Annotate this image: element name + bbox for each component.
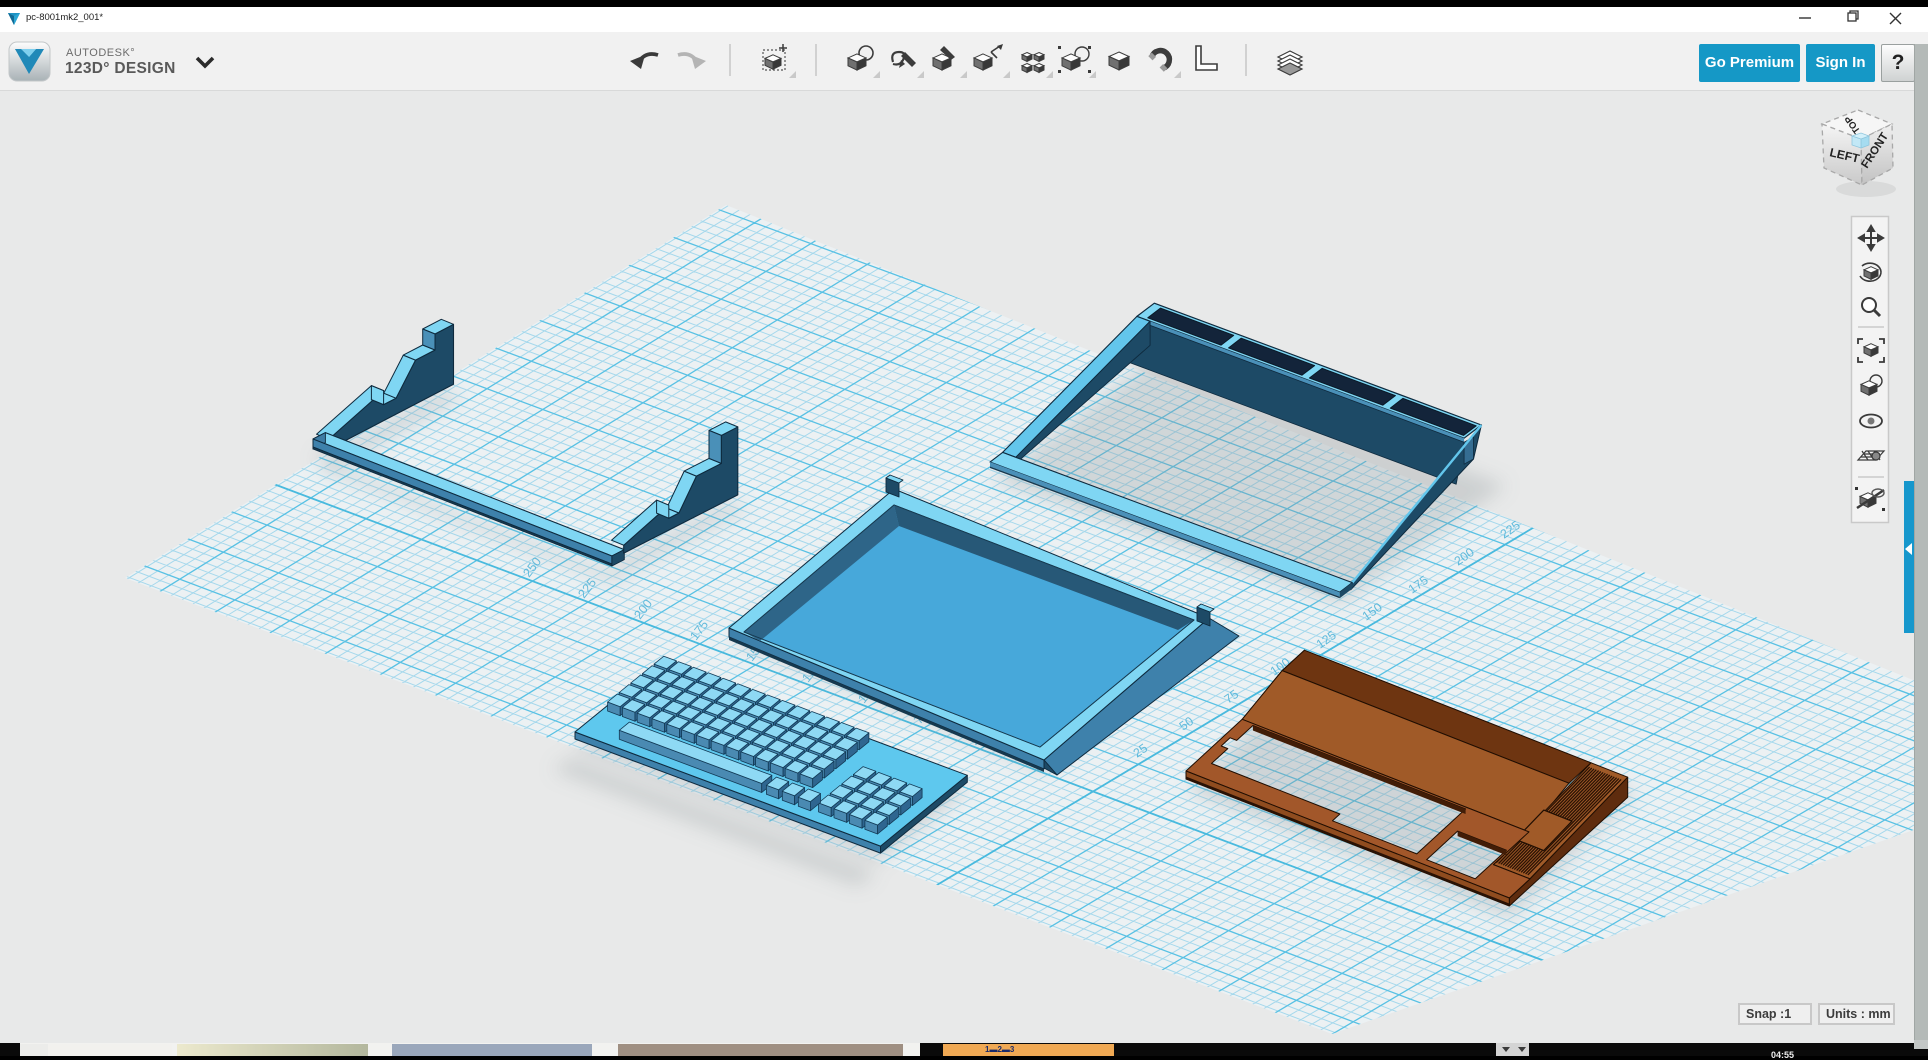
svg-text:250: 250 (1544, 490, 1569, 513)
